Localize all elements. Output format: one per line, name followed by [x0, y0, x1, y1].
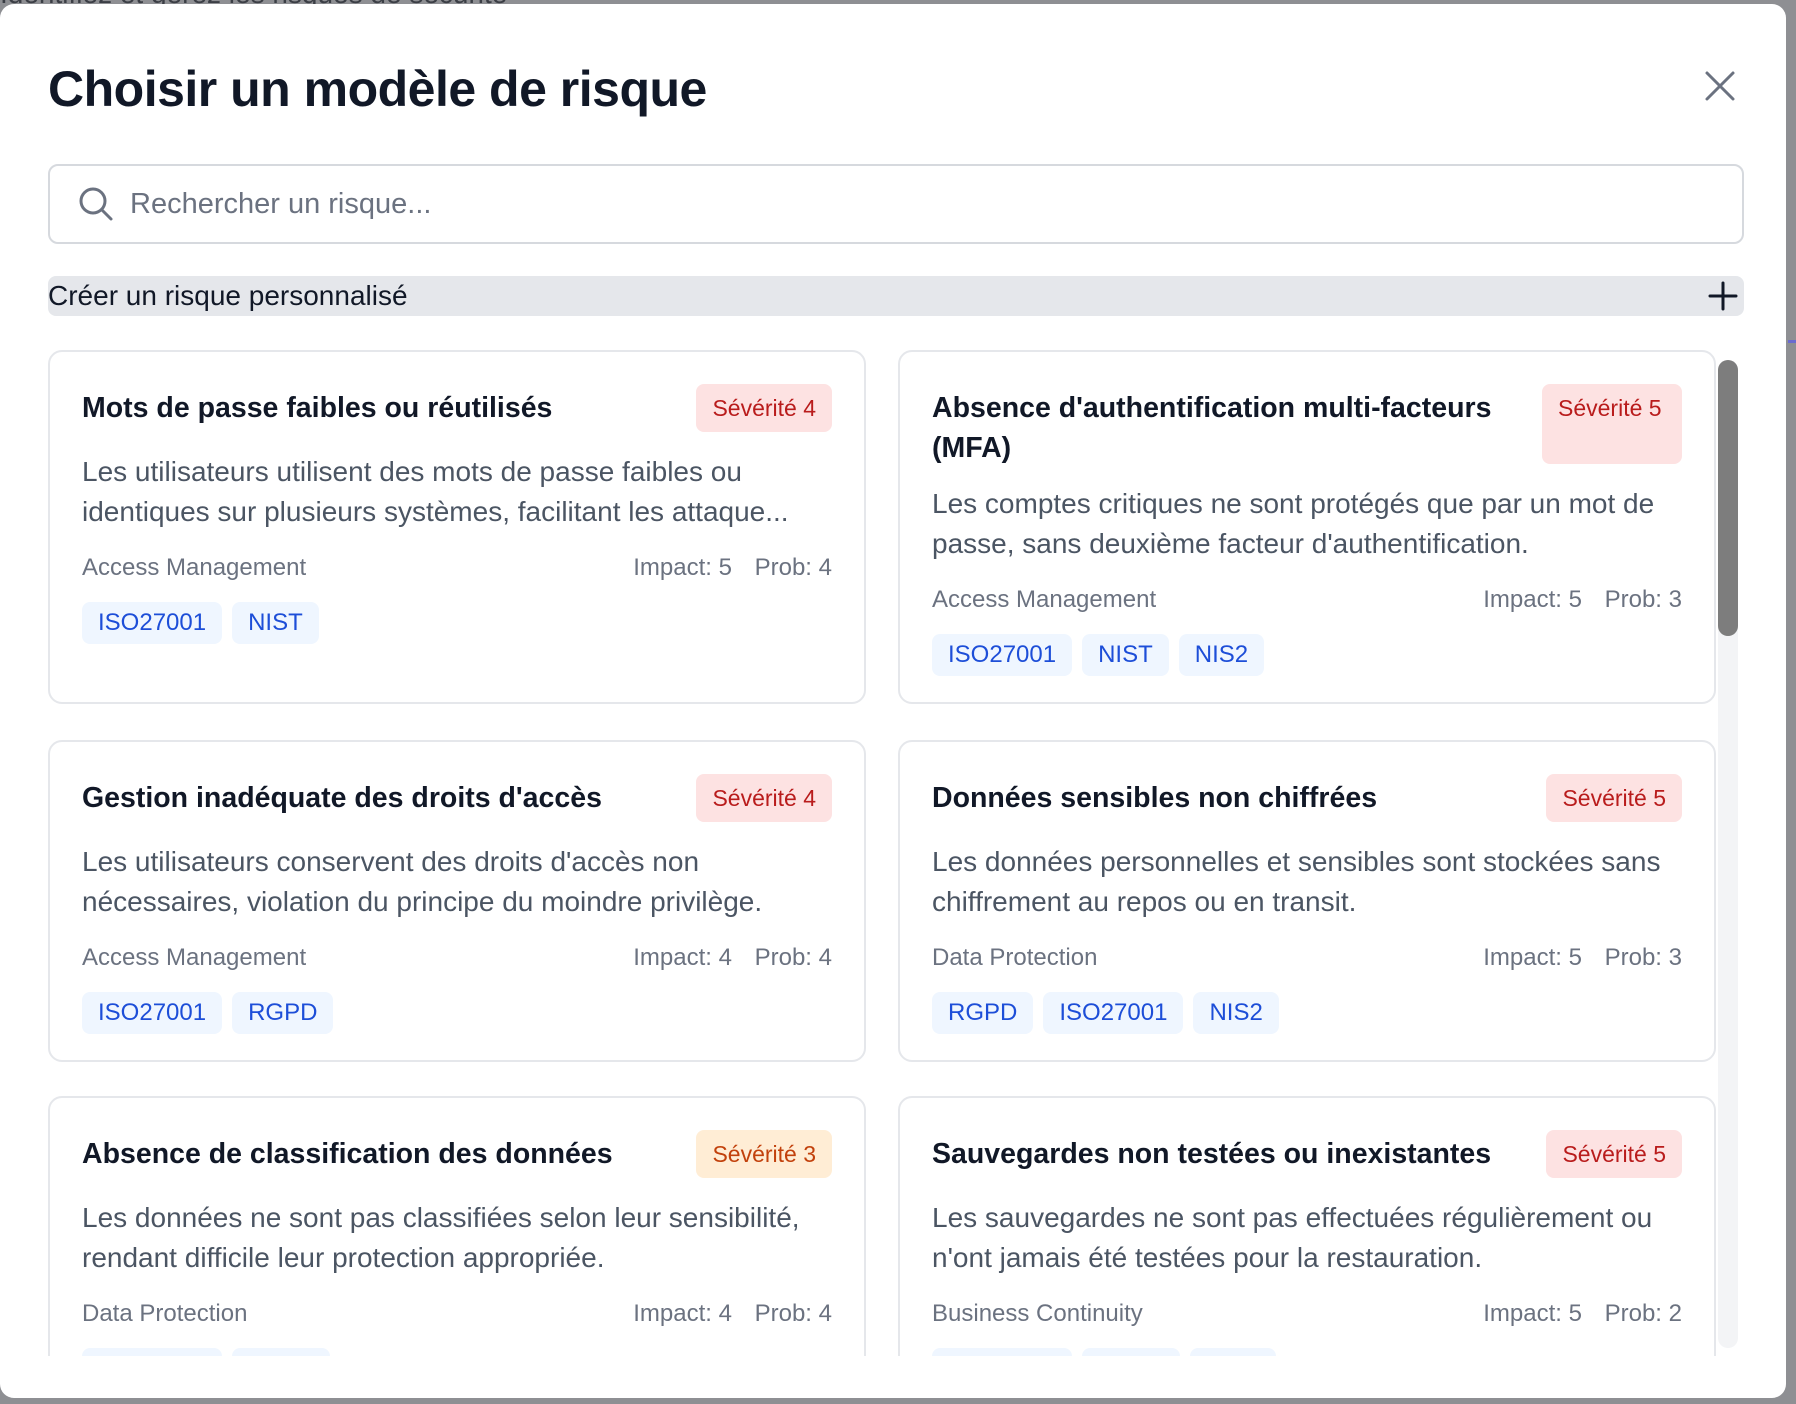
risk-card[interactable]: Absence de classification des données Sé…: [48, 1096, 866, 1356]
risk-card-title: Gestion inadéquate des droits d'accès: [82, 782, 602, 814]
impact-value: Impact: 5: [1483, 1300, 1582, 1327]
risk-card-title: Sauvegardes non testées ou inexistantes: [932, 1138, 1492, 1170]
risk-card-description: Les données personnelles et sensibles so…: [932, 846, 1661, 917]
severity-badge: Sévérité 5: [1542, 384, 1682, 464]
framework-tag: NIST: [1082, 634, 1169, 676]
framework-tags: ISO27001 NIST NIS2: [932, 634, 1265, 676]
risk-card-meta: Access Management Impact: 4 Prob: 4: [82, 944, 832, 972]
risk-card-meta: Data Protection Impact: 4 Prob: 4: [82, 1300, 832, 1328]
prob-value: Prob: 3: [1604, 944, 1682, 971]
framework-tag: ISO27001: [1043, 992, 1184, 1034]
prob-value: Prob: 4: [754, 1300, 832, 1327]
framework-tag: [932, 1348, 1072, 1356]
prob-value: Prob: 4: [754, 944, 832, 971]
risk-template-modal: Choisir un modèle de risque Créer un ris…: [0, 4, 1786, 1398]
risk-card[interactable]: Sauvegardes non testées ou inexistantes …: [898, 1096, 1716, 1356]
risk-card[interactable]: Données sensibles non chiffrées Sévérité…: [898, 740, 1716, 1062]
risk-category: Access Management: [932, 586, 1157, 613]
severity-badge: Sévérité 5: [1546, 774, 1682, 822]
search-box[interactable]: [48, 164, 1744, 244]
risk-card-meta: Data Protection Impact: 5 Prob: 3: [932, 944, 1682, 972]
framework-tag: RGPD: [932, 992, 1034, 1034]
impact-value: Impact: 5: [633, 554, 732, 581]
risk-card-title: Absence de classification des données: [82, 1138, 613, 1170]
framework-tag: [1082, 1348, 1180, 1356]
create-custom-risk-button[interactable]: Créer un risque personnalisé: [48, 276, 1744, 316]
modal-title: Choisir un modèle de risque: [48, 61, 707, 117]
scrollbar-track[interactable]: [1718, 360, 1738, 1348]
impact-value: Impact: 4: [633, 1300, 732, 1327]
scrollbar-thumb[interactable]: [1718, 360, 1738, 636]
close-icon: [1705, 71, 1735, 101]
framework-tags: ISO27001 NIST: [82, 602, 319, 644]
risk-category: Data Protection: [932, 944, 1098, 971]
risk-template-grid: Mots de passe faibles ou réutilisés Sévé…: [48, 350, 1738, 1356]
risk-category: Access Management: [82, 554, 307, 581]
risk-card[interactable]: Absence d'authentification multi-facteur…: [898, 350, 1716, 704]
severity-badge: Sévérité 5: [1546, 1130, 1682, 1178]
impact-value: Impact: 5: [1483, 944, 1582, 971]
risk-card-description: Les utilisateurs conservent des droits d…: [82, 846, 763, 917]
risk-card-meta: Access Management Impact: 5 Prob: 4: [82, 554, 832, 582]
framework-tag: NIS2: [1193, 992, 1279, 1034]
risk-card[interactable]: Gestion inadéquate des droits d'accès Sé…: [48, 740, 866, 1062]
framework-tag: ISO27001: [932, 634, 1073, 676]
risk-card[interactable]: Mots de passe faibles ou réutilisés Sévé…: [48, 350, 866, 704]
impact-value: Impact: 5: [1483, 586, 1582, 613]
risk-category: Data Protection: [82, 1300, 248, 1327]
risk-card-title: Mots de passe faibles ou réutilisés: [82, 392, 553, 424]
risk-card-description: Les données ne sont pas classifiées selo…: [82, 1202, 800, 1273]
severity-badge: Sévérité 4: [696, 774, 832, 822]
plus-icon: [1706, 279, 1740, 313]
framework-tag: ISO27001: [82, 602, 223, 644]
prob-value: Prob: 3: [1604, 586, 1682, 613]
severity-badge: Sévérité 4: [696, 384, 832, 432]
framework-tag: ISO27001: [82, 992, 223, 1034]
severity-badge: Sévérité 3: [696, 1130, 832, 1178]
framework-tags: RGPD ISO27001 NIS2: [932, 992, 1279, 1034]
create-custom-risk-label: Créer un risque personnalisé: [48, 280, 408, 311]
risk-card-description: Les utilisateurs utilisent des mots de p…: [82, 456, 789, 527]
framework-tag: NIST: [232, 602, 319, 644]
risk-category: Access Management: [82, 944, 307, 971]
framework-tag: [82, 1348, 222, 1356]
prob-value: Prob: 4: [754, 554, 832, 581]
framework-tag: RGPD: [232, 992, 334, 1034]
framework-tags: ISO27001 RGPD: [82, 992, 334, 1034]
backdrop-accent: [1788, 340, 1796, 343]
risk-card-meta: Business Continuity Impact: 5 Prob: 2: [932, 1300, 1682, 1328]
risk-card-description: Les sauvegardes ne sont pas effectuées r…: [932, 1202, 1653, 1273]
risk-card-description: Les comptes critiques ne sont protégés q…: [932, 488, 1655, 559]
framework-tag: NIS2: [1178, 634, 1265, 676]
risk-category: Business Continuity: [932, 1300, 1143, 1327]
risk-card-meta: Access Management Impact: 5 Prob: 3: [932, 586, 1682, 614]
search-input[interactable]: [130, 166, 1742, 242]
impact-value: Impact: 4: [633, 944, 732, 971]
search-icon: [76, 184, 116, 224]
risk-card-title: Données sensibles non chiffrées: [932, 782, 1378, 814]
framework-tags: [932, 1348, 1276, 1356]
framework-tags: [82, 1348, 330, 1356]
prob-value: Prob: 2: [1604, 1300, 1682, 1327]
risk-card-title: Absence d'authentification multi-facteur…: [932, 392, 1492, 464]
framework-tag: [232, 1348, 330, 1356]
framework-tag: [1190, 1348, 1276, 1356]
close-button[interactable]: [1700, 66, 1740, 106]
